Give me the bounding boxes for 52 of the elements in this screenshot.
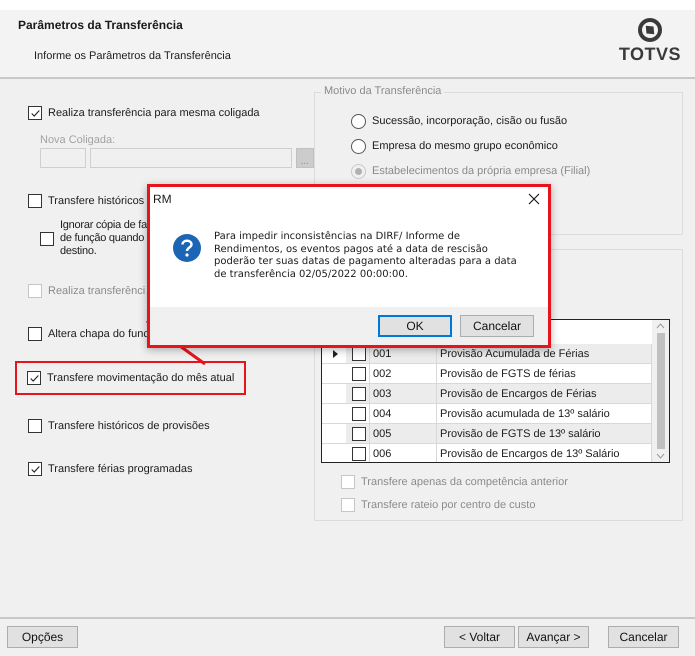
table-cell: 003 <box>370 384 437 403</box>
table-cell: Provisão de FGTS de 13º salário <box>437 424 652 443</box>
dialog-button[interactable]: Cancelar <box>460 315 534 337</box>
nav-button[interactable]: < Voltar <box>444 626 515 648</box>
cancel-button[interactable]: Cancelar <box>608 626 679 648</box>
name-field[interactable] <box>90 148 292 168</box>
checkbox-label: Transfere históricos de provisões <box>48 420 210 432</box>
table-cell: 002 <box>370 364 437 383</box>
logo-icon <box>638 18 662 42</box>
dialog-button[interactable]: OK <box>378 315 452 337</box>
checkbox[interactable] <box>28 327 42 341</box>
options-button[interactable]: Opções <box>7 626 78 648</box>
checkbox-label: Transfere apenas da competência anterior <box>361 476 568 488</box>
page-subtitle: Informe os Parâmetros da Transferência <box>34 50 231 62</box>
checkbox-label: Transfere históricos <box>48 195 144 207</box>
radio-label: Sucessão, incorporação, cisão ou fusão <box>372 115 568 127</box>
checkbox[interactable] <box>28 419 42 433</box>
field-label: Nova Coligada: <box>40 134 116 146</box>
checkbox[interactable] <box>352 446 366 460</box>
checkbox[interactable] <box>352 386 366 400</box>
checkbox[interactable] <box>28 106 42 120</box>
checkbox-label: Realiza transferência para mesma coligada <box>48 107 260 119</box>
checkbox-label: Realiza transferênci <box>48 285 146 297</box>
nav-button[interactable]: Avançar > <box>518 626 589 648</box>
checkbox[interactable] <box>27 371 41 385</box>
checkbox-label: Transfere rateio por centro de custo <box>361 499 536 511</box>
current-row-icon <box>333 350 338 358</box>
page-title: Parâmetros da Transferência <box>18 18 184 32</box>
checkbox[interactable] <box>40 232 54 246</box>
checkbox[interactable] <box>352 406 366 420</box>
dialog-message: Para impedir inconsistências na DIRF/ Informe de Rendimentos, os eventos pagos até a data de rescisão poderão ter suas datas de pagamento alteradas para a data de transferência 02/05/2022 00:00:00. <box>214 231 518 281</box>
table-cell: 005 <box>370 424 437 443</box>
radio-label: Estabelecimentos da própria empresa (Filial) <box>372 165 590 177</box>
group-title: Motivo da Transferência <box>321 85 444 97</box>
code-field[interactable] <box>40 148 86 168</box>
dialog-title: RM <box>153 192 172 206</box>
question-icon <box>172 233 202 263</box>
checkbox-label: Transfere movimentação do mês atual <box>47 372 234 384</box>
checkbox[interactable] <box>352 366 366 380</box>
close-button[interactable] <box>528 193 540 205</box>
table-cell: 004 <box>370 404 437 423</box>
checkbox[interactable] <box>28 194 42 208</box>
radio-label: Empresa do mesmo grupo econômico <box>372 140 558 152</box>
radio-button[interactable] <box>351 114 366 128</box>
table-cell: 006 <box>370 444 437 462</box>
radio-button[interactable] <box>351 138 366 154</box>
checkbox[interactable] <box>28 462 42 476</box>
checkbox-label: Ignorar cópia de fa de função quando destino. <box>60 219 147 258</box>
table-cell: Provisão de Encargos de Férias <box>437 384 652 403</box>
checkbox-label: Transfere férias programadas <box>48 463 192 475</box>
logo-text: TOTVS <box>618 44 681 65</box>
checkbox[interactable] <box>352 426 366 440</box>
